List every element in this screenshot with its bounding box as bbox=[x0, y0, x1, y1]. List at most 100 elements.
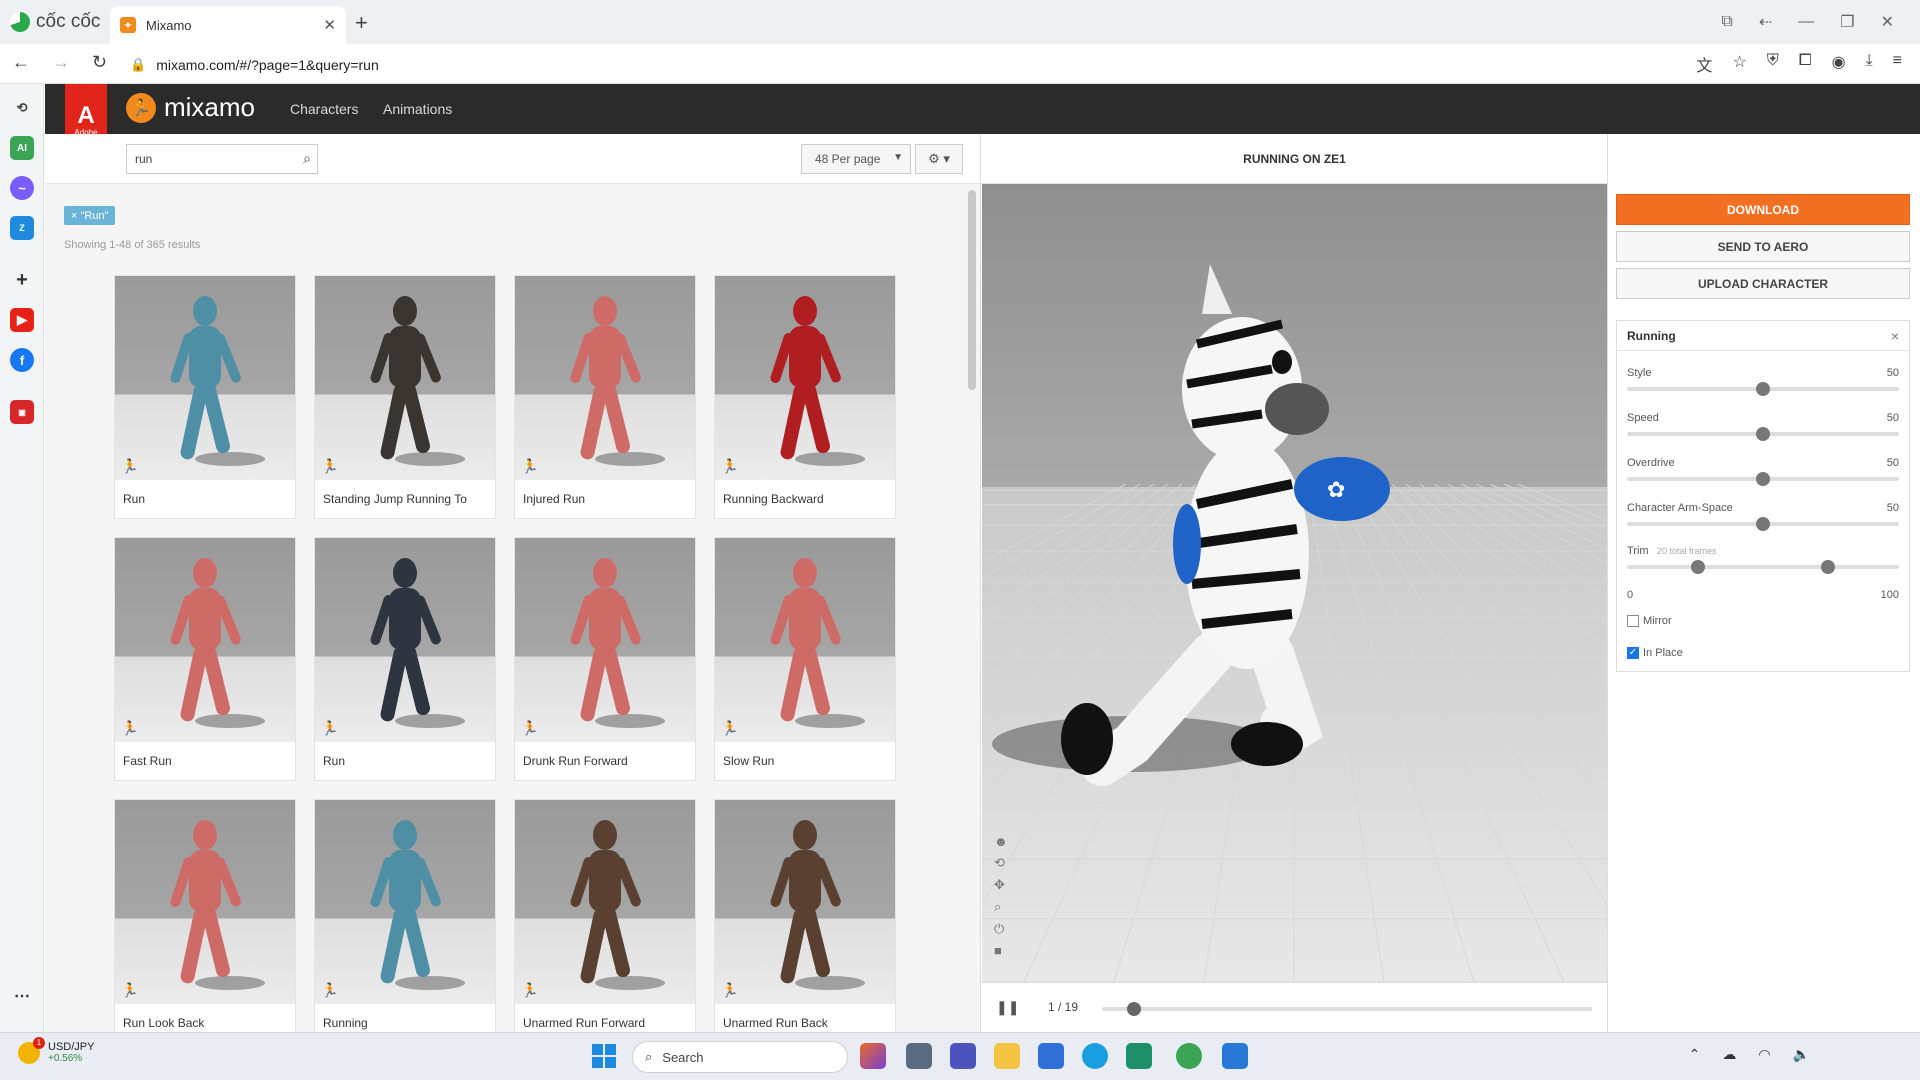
result-thumbnail[interactable]: 🏃 bbox=[515, 800, 695, 1004]
add-icon[interactable]: + bbox=[10, 268, 34, 292]
task-view-icon[interactable] bbox=[906, 1043, 932, 1069]
menu-icon[interactable]: ≡ bbox=[1893, 52, 1902, 76]
per-page-select[interactable]: 48 Per page ▼ bbox=[801, 144, 911, 174]
result-card[interactable]: 🏃 Running bbox=[314, 799, 496, 1032]
result-card[interactable]: 🏃 Fast Run bbox=[114, 537, 296, 781]
mixamo-logo[interactable]: 🏃 mixamo bbox=[126, 92, 255, 123]
result-thumbnail[interactable]: 🏃 bbox=[115, 538, 295, 742]
result-thumbnail[interactable]: 🏃 bbox=[115, 276, 295, 480]
rotate-icon[interactable]: ⟲ bbox=[994, 855, 1008, 871]
nav-animations[interactable]: Animations bbox=[383, 101, 452, 117]
trim-track[interactable] bbox=[1627, 560, 1899, 574]
extensions-icon[interactable]: ⧠ bbox=[1799, 52, 1812, 76]
windows-start-icon[interactable] bbox=[592, 1044, 616, 1068]
close-window-button[interactable]: ✕ bbox=[1881, 12, 1894, 32]
result-card[interactable]: 🏃 Unarmed Run Back bbox=[714, 799, 896, 1032]
profile-icon[interactable]: ◉ bbox=[1832, 52, 1846, 76]
minimize-button[interactable]: — bbox=[1798, 13, 1814, 31]
zoom-icon[interactable]: ⌕ bbox=[994, 899, 1008, 915]
close-tab-icon[interactable]: ✕ bbox=[323, 16, 336, 34]
search-icon[interactable]: ⌕ bbox=[303, 150, 311, 167]
slider-handle[interactable] bbox=[1756, 472, 1770, 486]
pan-icon[interactable]: ✥ bbox=[994, 877, 1008, 893]
facebook-icon[interactable]: f bbox=[10, 348, 34, 372]
back-arrow-icon[interactable]: ← bbox=[12, 52, 30, 73]
wifi-icon[interactable]: ◠ bbox=[1758, 1046, 1770, 1063]
result-thumbnail[interactable]: 🏃 bbox=[115, 800, 295, 1004]
result-card[interactable]: 🏃 Drunk Run Forward bbox=[514, 537, 696, 781]
result-card[interactable]: 🏃 Injured Run bbox=[514, 275, 696, 519]
nav-characters[interactable]: Characters bbox=[290, 101, 358, 117]
trim-slider[interactable]: Trim 20 total frames 0 100 bbox=[1627, 545, 1899, 601]
messenger-icon[interactable]: ~ bbox=[10, 176, 34, 200]
slider-track[interactable] bbox=[1627, 517, 1899, 531]
trim-end-handle[interactable] bbox=[1821, 560, 1836, 574]
forward-arrow-icon[interactable]: → bbox=[52, 52, 70, 73]
taskbar-search[interactable]: ⌕ Search bbox=[632, 1041, 848, 1073]
slider-overdrive[interactable]: Overdrive 50 bbox=[1627, 457, 1899, 497]
slider-speed[interactable]: Speed 50 bbox=[1627, 412, 1899, 452]
more-icon[interactable]: ⋯ bbox=[10, 984, 34, 1008]
settings-dropdown[interactable]: ⚙ ▾ bbox=[915, 144, 963, 174]
tab-mixamo[interactable]: ✦ Mixamo ✕ bbox=[110, 6, 346, 44]
result-card[interactable]: 🏃 Running Backward bbox=[714, 275, 896, 519]
app-shortcut-icon[interactable]: ▣ bbox=[10, 400, 34, 424]
restore-button[interactable]: ❐ bbox=[1840, 12, 1854, 32]
result-card[interactable]: 🏃 Unarmed Run Forward bbox=[514, 799, 696, 1032]
url-field[interactable]: 🔒 mixamo.com/#/?page=1&query=run bbox=[130, 51, 1650, 79]
send-to-aero-button[interactable]: SEND TO AERO bbox=[1616, 231, 1910, 262]
m-app-icon[interactable] bbox=[1126, 1043, 1152, 1069]
search-input[interactable]: run ⌕ bbox=[126, 144, 318, 174]
store-icon[interactable] bbox=[1038, 1043, 1064, 1069]
timeline-slider[interactable] bbox=[1102, 1002, 1592, 1016]
animation-viewer[interactable]: ✿ ☻ ⟲ ✥ ⌕ ⏻ ■ bbox=[982, 184, 1607, 982]
coccoc-taskbar-icon[interactable] bbox=[1176, 1043, 1202, 1069]
camera-icon[interactable]: ■ bbox=[994, 943, 1008, 958]
results-scrollbar[interactable] bbox=[968, 190, 976, 390]
slider-handle[interactable] bbox=[1756, 427, 1770, 441]
slider-track[interactable] bbox=[1627, 472, 1899, 486]
download-button[interactable]: DOWNLOAD bbox=[1616, 194, 1910, 225]
result-card[interactable]: 🏃 Run bbox=[114, 275, 296, 519]
result-card[interactable]: 🏃 Slow Run bbox=[714, 537, 896, 781]
back-history-icon[interactable]: ⇠ bbox=[1759, 12, 1772, 32]
result-card[interactable]: 🏃 Standing Jump Running To bbox=[314, 275, 496, 519]
teams-icon[interactable] bbox=[950, 1043, 976, 1069]
translate-icon[interactable]: 文 bbox=[1696, 52, 1712, 76]
result-thumbnail[interactable]: 🏃 bbox=[715, 276, 895, 480]
edge-icon[interactable] bbox=[1082, 1043, 1108, 1069]
ai-icon[interactable]: AI bbox=[10, 136, 34, 160]
result-thumbnail[interactable]: 🏃 bbox=[315, 800, 495, 1004]
cloud-icon[interactable]: ☁ bbox=[1722, 1046, 1736, 1063]
result-card[interactable]: 🏃 Run Look Back bbox=[114, 799, 296, 1032]
character-icon[interactable]: ☻ bbox=[994, 834, 1008, 849]
in-place-check-icon[interactable]: ✓ bbox=[1627, 647, 1639, 659]
filter-tag[interactable]: × "Run" bbox=[64, 206, 116, 225]
slider-handle[interactable] bbox=[1756, 517, 1770, 531]
reload-icon[interactable]: ↻ bbox=[92, 52, 107, 73]
notepad-icon[interactable] bbox=[1222, 1043, 1248, 1069]
bookmark-star-icon[interactable]: ☆ bbox=[1732, 52, 1746, 76]
download-icon[interactable]: ⤓ bbox=[1866, 52, 1873, 76]
volume-icon[interactable]: 🔈 bbox=[1793, 1046, 1810, 1063]
result-thumbnail[interactable]: 🏃 bbox=[515, 538, 695, 742]
result-thumbnail[interactable]: 🏃 bbox=[715, 800, 895, 1004]
history-icon[interactable]: ⟲ bbox=[10, 96, 34, 120]
slider-track[interactable] bbox=[1627, 427, 1899, 441]
new-tab-button[interactable]: + bbox=[355, 10, 368, 36]
trim-start-handle[interactable] bbox=[1690, 560, 1705, 574]
result-thumbnail[interactable]: 🏃 bbox=[515, 276, 695, 480]
chevron-up-icon[interactable]: ⌃ bbox=[1689, 1046, 1701, 1063]
mirror-check-icon[interactable] bbox=[1627, 615, 1639, 627]
result-thumbnail[interactable]: 🏃 bbox=[315, 276, 495, 480]
result-thumbnail[interactable]: 🏃 bbox=[715, 538, 895, 742]
mirror-checkbox[interactable]: Mirror bbox=[1627, 615, 1672, 627]
slider-track[interactable] bbox=[1627, 382, 1899, 396]
reset-icon[interactable]: ⏻ bbox=[994, 921, 1008, 937]
file-explorer-icon[interactable] bbox=[994, 1043, 1020, 1069]
youtube-icon[interactable]: ▶ bbox=[10, 308, 34, 332]
pause-icon[interactable]: ❚❚ bbox=[996, 999, 1019, 1016]
zalo-icon[interactable]: Z bbox=[10, 216, 34, 240]
shield-icon[interactable]: ⛨ bbox=[1767, 52, 1779, 76]
copilot-icon[interactable] bbox=[860, 1043, 886, 1069]
